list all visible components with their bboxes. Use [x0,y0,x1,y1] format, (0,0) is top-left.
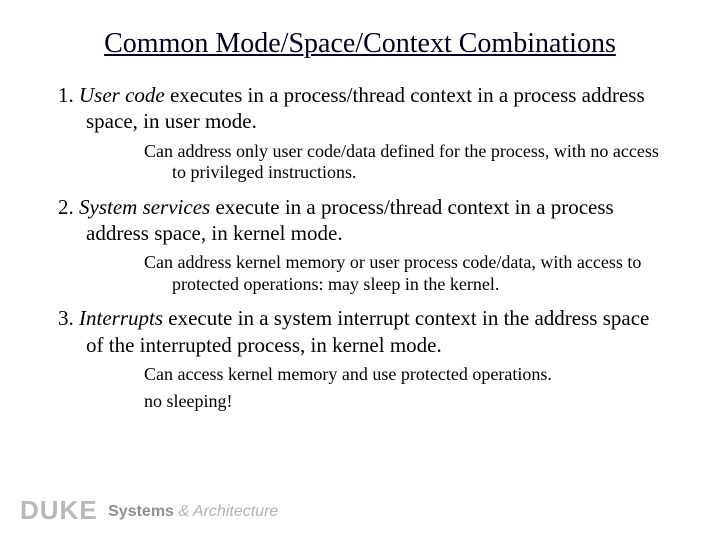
duke-logo-text: DUKE [20,495,98,525]
item-sub: Can access kernel memory and use protect… [144,364,662,386]
list-item: 3. Interrupts execute in a system interr… [58,305,662,413]
item-emphasis: User code [79,83,165,107]
footer-ampersand: & [174,503,193,520]
item-sub: Can address kernel memory or user proces… [144,252,662,295]
item-emphasis: System services [79,195,210,219]
footer-subtitle: Systems & Architecture [108,503,278,520]
list-item: 1. User code executes in a process/threa… [58,82,662,184]
item-number: 2. [58,195,79,219]
item-lead: 1. User code executes in a process/threa… [58,82,662,135]
item-rest: executes in a process/thread context in … [86,83,645,133]
item-rest: execute in a system interrupt context in… [86,306,649,356]
item-sub: no sleeping! [144,391,662,413]
list-item: 2. System services execute in a process/… [58,194,662,296]
item-number: 1. [58,83,79,107]
footer-branding: DUKE Systems & Architecture [20,495,278,526]
item-emphasis: Interrupts [79,306,163,330]
slide: Common Mode/Space/Context Combinations 1… [0,0,720,540]
item-lead: 2. System services execute in a process/… [58,194,662,247]
item-lead: 3. Interrupts execute in a system interr… [58,305,662,358]
item-number: 3. [58,306,79,330]
footer-architecture: Architecture [193,503,278,520]
item-sub: Can address only user code/data defined … [144,141,662,184]
footer-systems: Systems [108,503,174,520]
slide-title: Common Mode/Space/Context Combinations [58,28,662,60]
